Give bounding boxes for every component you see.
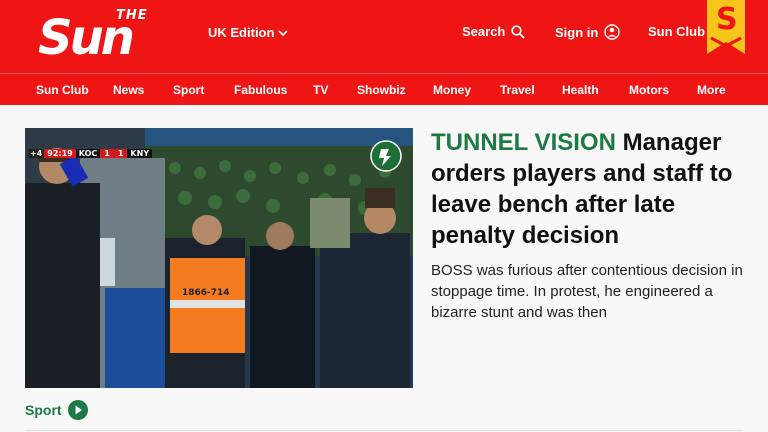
nav-item-sun-club[interactable]: Sun Club <box>36 83 89 97</box>
nav-item-motors[interactable]: Motors <box>629 83 669 97</box>
search-icon <box>511 24 526 39</box>
away-score: 1 <box>113 148 128 158</box>
sun-savers-ribbon[interactable]: S <box>707 0 745 54</box>
nav-item-news[interactable]: News <box>113 83 144 97</box>
chevron-down-icon <box>278 29 289 36</box>
sunclub-header-link[interactable]: Sun Club <box>648 24 705 39</box>
away-team: KNY <box>127 148 153 158</box>
match-clock: 92:19 <box>44 148 76 158</box>
nav-item-more[interactable]: More <box>697 83 726 97</box>
nav-item-travel[interactable]: Travel <box>500 83 535 97</box>
section-label: Sport <box>25 402 62 418</box>
signin-label: Sign in <box>555 24 599 40</box>
headline-kicker: TUNNEL VISION <box>431 129 616 156</box>
nav-item-tv[interactable]: TV <box>313 83 328 97</box>
nav-item-showbiz[interactable]: Showbiz <box>357 83 406 97</box>
home-team: KOC <box>75 148 101 158</box>
article-image[interactable]: +4 92:19 KOC 1 1 KNY 1866-714 <box>25 128 413 388</box>
top-header: THE Sun UK Edition Search Sign in Sun Cl… <box>0 0 768 73</box>
nav-item-sport[interactable]: Sport <box>173 83 204 97</box>
nav-item-money[interactable]: Money <box>433 83 471 97</box>
user-icon <box>604 24 621 40</box>
score-overlay: +4 92:19 KOC 1 1 KNY <box>28 147 153 159</box>
signin-button[interactable]: Sign in <box>555 24 621 40</box>
play-circle-icon <box>67 400 88 420</box>
vest-number: 1866-714 <box>182 288 230 298</box>
nav-item-fabulous[interactable]: Fabulous <box>234 83 287 97</box>
the-sun-logo[interactable]: THE Sun <box>38 8 198 68</box>
article-area: +4 92:19 KOC 1 1 KNY 1866-714 TUNNEL VIS… <box>0 105 768 432</box>
edition-label: UK Edition <box>208 25 275 40</box>
score-prefix: +4 <box>28 148 45 158</box>
article-summary: BOSS was furious after contentious decis… <box>431 262 743 321</box>
search-label: Search <box>462 24 506 39</box>
home-score: 1 <box>100 148 114 158</box>
search-button[interactable]: Search <box>462 24 526 39</box>
divider <box>25 430 743 431</box>
sunclub-header-label: Sun Club <box>648 24 706 39</box>
section-link-sport[interactable]: Sport <box>25 400 88 420</box>
logo-main-text: Sun <box>38 10 135 66</box>
edition-selector[interactable]: UK Edition <box>208 25 289 40</box>
main-nav: Sun Club News Sport Fabulous TV Showbiz … <box>0 73 768 106</box>
article-headline[interactable]: TUNNEL VISION Manager orders players and… <box>431 127 751 251</box>
nav-item-health[interactable]: Health <box>562 83 599 97</box>
stadium-scene <box>25 128 413 388</box>
ribbon-letter: S <box>716 2 738 37</box>
